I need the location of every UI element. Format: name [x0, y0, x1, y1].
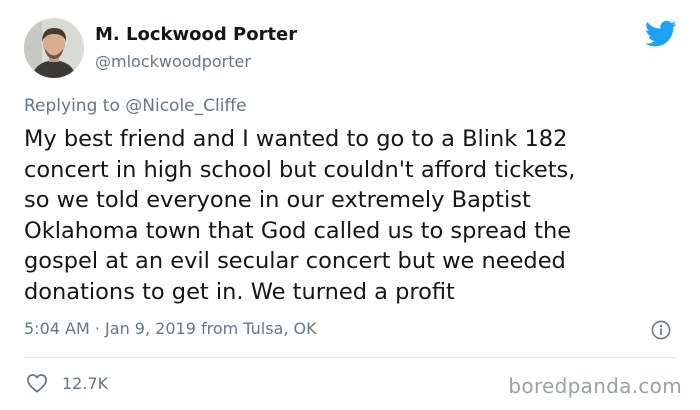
display-name[interactable]: M. Lockwood Porter	[95, 24, 297, 45]
tweet-text: My best friend and I wanted to go to a B…	[24, 124, 684, 307]
tweet-text-line: gospel at an evil secular concert but we…	[24, 248, 566, 274]
like-button[interactable]: 12.7K	[26, 372, 108, 394]
tweet-text-line: concert in high school but couldn't affo…	[24, 156, 576, 183]
tweet-meta: 5:04 AM · Jan 9, 2019 from Tulsa, OK	[24, 319, 317, 338]
meta-separator: ·	[94, 319, 100, 338]
reply-prefix: Replying to	[24, 96, 120, 116]
watermark: boredpanda.com	[508, 374, 682, 398]
info-icon[interactable]	[651, 320, 671, 340]
tweet-text-line: My best friend and I wanted to go to a B…	[24, 126, 568, 152]
reply-mention-link[interactable]: @Nicole_Cliffe	[125, 96, 246, 116]
tweet-text-line: donations to get in. We turned a profit	[24, 278, 455, 305]
divider	[24, 357, 676, 358]
like-count: 12.7K	[62, 373, 109, 393]
tweet-text-line: Oklahoma town that God called us to spre…	[24, 217, 572, 244]
reply-context: Replying to @Nicole_Cliffe	[24, 96, 247, 116]
tweet-time-link[interactable]: 5:04 AM	[24, 319, 90, 338]
user-handle[interactable]: @mlockwoodporter	[95, 52, 251, 71]
avatar[interactable]	[24, 18, 84, 78]
heart-icon	[27, 374, 47, 393]
tweet-text-line: so we told everyone in our extremely Bap…	[24, 187, 531, 213]
tweet-location-link[interactable]: from Tulsa, OK	[201, 319, 317, 338]
tweet-date-link[interactable]: Jan 9, 2019	[105, 319, 196, 338]
twitter-bird-icon[interactable]	[645, 20, 677, 48]
